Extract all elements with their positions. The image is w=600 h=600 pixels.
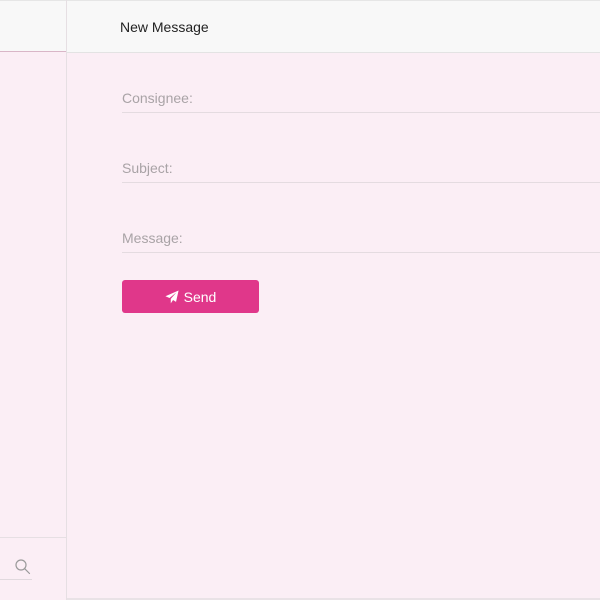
sidebar-search[interactable] xyxy=(0,537,66,600)
consignee-field[interactable]: Consignee: xyxy=(122,53,600,113)
main-panel: New Message Consignee: Subject: Message:… xyxy=(67,0,600,600)
consignee-label: Consignee: xyxy=(122,90,193,106)
compose-form: Consignee: Subject: Message: Send xyxy=(122,53,600,313)
subject-field[interactable]: Subject: xyxy=(122,122,600,183)
send-button-label: Send xyxy=(183,288,217,305)
search-input[interactable] xyxy=(0,579,32,580)
sidebar-header xyxy=(0,0,66,52)
page-title: New Message xyxy=(120,19,209,35)
messaging-app: New Message Consignee: Subject: Message:… xyxy=(0,0,600,600)
paper-plane-icon xyxy=(165,289,179,303)
sidebar xyxy=(0,0,67,600)
subject-label: Subject: xyxy=(122,160,173,176)
topbar: New Message xyxy=(67,0,600,53)
message-label: Message: xyxy=(122,230,183,246)
search-icon[interactable] xyxy=(14,558,32,576)
send-button[interactable]: Send xyxy=(122,280,259,313)
message-field[interactable]: Message: xyxy=(122,192,600,253)
